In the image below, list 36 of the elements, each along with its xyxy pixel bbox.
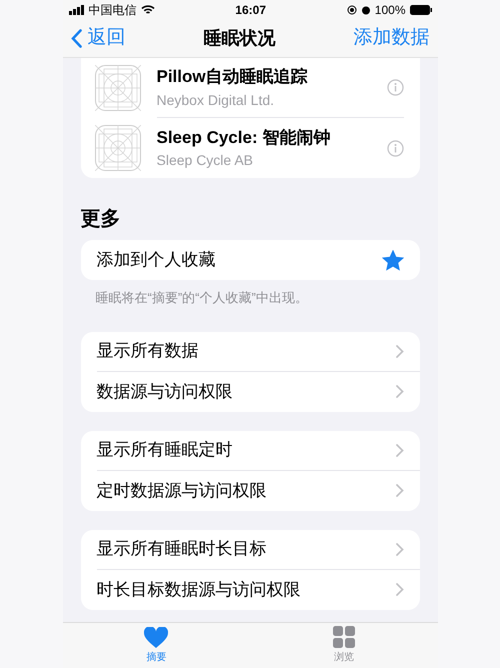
signal-icon bbox=[68, 5, 84, 15]
chevron-icon bbox=[396, 444, 404, 456]
back-chevron-icon bbox=[70, 29, 82, 48]
chevron-icon bbox=[396, 583, 404, 596]
grid-icon bbox=[332, 626, 355, 648]
list-row[interactable]: 显示所有睡眠定时 bbox=[96, 430, 420, 470]
section-heading: 更多 bbox=[80, 207, 122, 232]
add-data-button[interactable]: 添加数据 bbox=[354, 24, 430, 53]
footnote: 睡眠将在“摘要”的“个人收藏”中出现。 bbox=[94, 289, 309, 307]
list-row[interactable]: 显示所有数据 bbox=[96, 332, 420, 372]
page-title: 睡眠状况 bbox=[204, 27, 276, 50]
app-name: Sleep Cycle: 智能闹钟 bbox=[156, 126, 332, 149]
back-button[interactable]: 返回 bbox=[70, 24, 126, 53]
list-row[interactable]: 显示所有睡眠时长目标 bbox=[96, 530, 420, 570]
battery-icon bbox=[410, 5, 432, 15]
status-time: 16:07 bbox=[235, 2, 266, 19]
chevron-icon bbox=[396, 542, 404, 556]
app-placeholder-icon bbox=[94, 65, 140, 111]
list-row[interactable]: 数据源与访问权限 bbox=[96, 372, 420, 412]
app-developer: Neybox Digital Ltd. bbox=[156, 90, 276, 110]
info-icon[interactable] bbox=[386, 79, 404, 96]
tab-bar-item[interactable]: 摘要 bbox=[62, 623, 250, 668]
battery-percent: 100% bbox=[374, 2, 406, 19]
chevron-icon bbox=[396, 484, 404, 497]
chevron-icon bbox=[396, 344, 404, 358]
app-placeholder-icon bbox=[94, 125, 140, 171]
info-icon[interactable] bbox=[386, 140, 404, 156]
app-developer: Sleep Cycle AB bbox=[156, 151, 254, 170]
add-to-favorites-row[interactable]: 添加到个人收藏 bbox=[80, 240, 420, 280]
carrier-label: 中国电信 bbox=[88, 2, 136, 19]
app-name: Pillow自动睡眠追踪 bbox=[156, 66, 309, 88]
heart-icon bbox=[144, 626, 168, 648]
wifi-icon bbox=[140, 5, 154, 15]
chevron-icon bbox=[396, 385, 404, 398]
list-row[interactable]: 定时数据源与访问权限 bbox=[96, 470, 420, 510]
list-row[interactable]: 时长目标数据源与访问权限 bbox=[96, 570, 420, 610]
